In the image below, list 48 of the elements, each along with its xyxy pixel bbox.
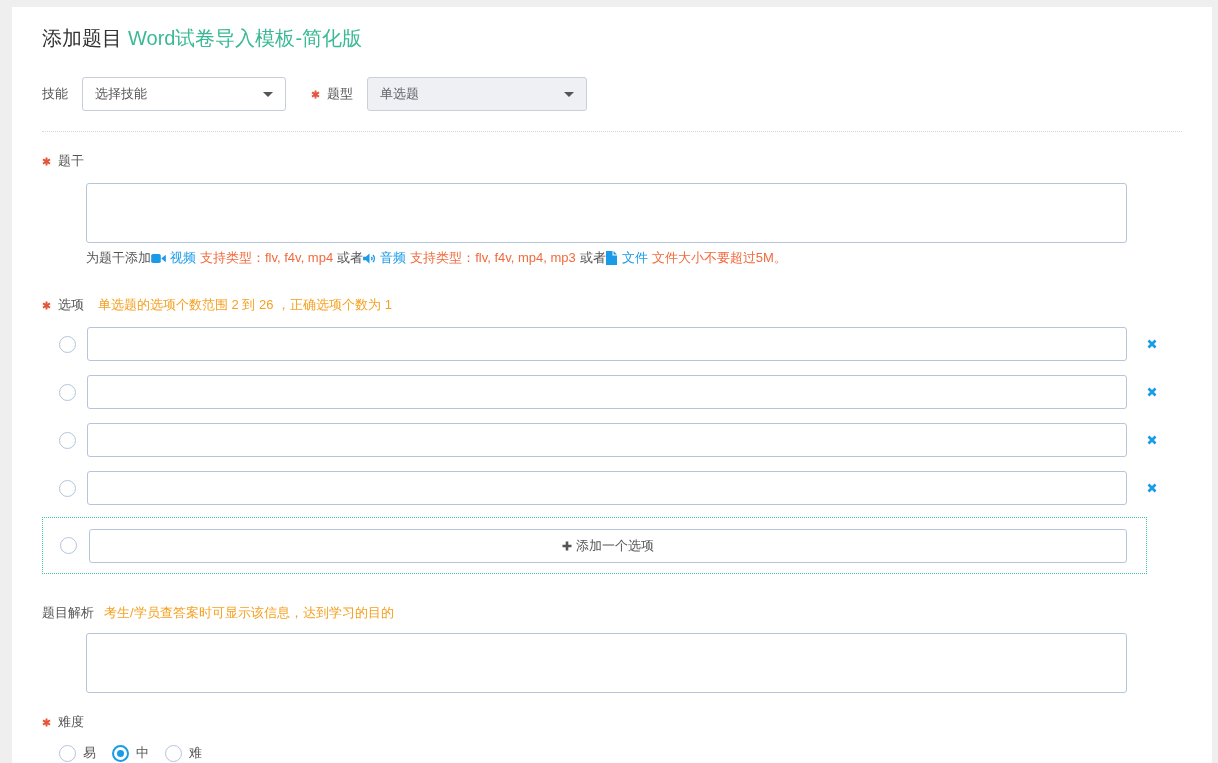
radio-button[interactable] (59, 479, 76, 497)
field-label: 选项 (58, 296, 84, 314)
page-title: 添加题目 (42, 25, 122, 51)
radio-label: 难 (189, 744, 202, 762)
radio-label: 中 (136, 744, 149, 762)
audio-link[interactable]: 音频 (363, 249, 407, 267)
radio-button[interactable] (59, 744, 76, 762)
help-text: 为题干添加 (86, 249, 151, 267)
radio-button[interactable] (60, 537, 77, 554)
video-link[interactable]: 视频 (151, 249, 196, 267)
help-text: 或者 (337, 249, 364, 267)
close-icon[interactable] (1147, 339, 1157, 349)
add-option-button[interactable]: 添加一个选项 (89, 528, 1127, 563)
file-icon (605, 251, 617, 265)
plus-icon (562, 540, 572, 551)
radio-button[interactable] (59, 335, 76, 353)
video-camera-icon (151, 252, 166, 264)
radio-button[interactable] (59, 383, 76, 401)
radio-label: 易 (83, 744, 96, 762)
file-link[interactable]: 文件 (605, 249, 648, 267)
field-label: 题型 (327, 85, 353, 103)
analysis-field[interactable] (86, 633, 1127, 693)
close-icon[interactable] (1147, 435, 1157, 445)
close-icon[interactable] (1147, 483, 1157, 493)
caret-icon (263, 91, 273, 97)
hint-text: 单选题的选项个数范围 2 到 26 ，正确选项个数为 1 (98, 296, 392, 314)
file-type-note: 支持类型：flv, f4v, mp4 (200, 249, 334, 267)
option-field[interactable] (87, 471, 1127, 505)
close-icon[interactable] (1147, 387, 1157, 397)
caret-icon (564, 91, 574, 97)
file-type-note: 文件大小不要超过5M。 (651, 249, 787, 267)
stem-field[interactable] (86, 183, 1127, 243)
field-label: 技能 (42, 85, 68, 103)
option-field[interactable] (87, 423, 1127, 457)
option-field[interactable] (87, 327, 1127, 361)
file-type-note: 支持类型：flv, f4v, mp4, mp3 (410, 249, 576, 267)
radio-button[interactable] (165, 744, 182, 762)
dropdown[interactable]: 选择技能 (82, 77, 286, 111)
speaker-icon (363, 252, 377, 264)
field-label: 难度 (58, 713, 84, 731)
option-field[interactable] (87, 375, 1127, 409)
template-name: Word试卷导入模板-简化版 (128, 25, 363, 51)
hint-text: 考生/学员查答案时可显示该信息，达到学习的目的 (104, 604, 394, 622)
help-text: 或者 (579, 249, 606, 267)
field-label: 题干 (58, 152, 84, 170)
radio-button[interactable] (112, 744, 129, 762)
field-label: 题目解析 (42, 604, 94, 622)
radio-button[interactable] (59, 431, 76, 449)
